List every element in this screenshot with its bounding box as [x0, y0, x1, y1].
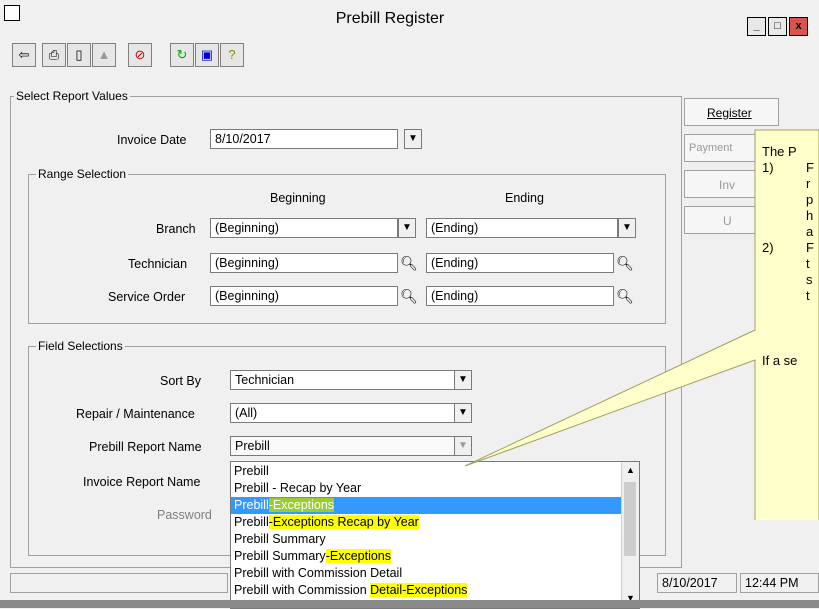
- callout-text-l5: a: [806, 224, 814, 239]
- callout-text-l1: F: [806, 160, 814, 175]
- field-selections-label: Field Selections: [36, 339, 125, 353]
- copy-icon[interactable]: ▣: [195, 43, 219, 67]
- invoice-date-field[interactable]: 8/10/2017: [210, 129, 398, 149]
- refresh-icon[interactable]: ↻: [170, 43, 194, 67]
- window-bottom-border: [0, 600, 819, 608]
- branch-begin-field[interactable]: (Beginning): [210, 218, 398, 238]
- exit-icon[interactable]: ⇦: [12, 43, 36, 67]
- repair-label: Repair / Maintenance: [76, 407, 195, 421]
- callout-text-l2: r: [806, 176, 811, 191]
- status-time: 12:44 PM: [740, 573, 819, 593]
- callout-text-l7: t: [806, 256, 810, 271]
- status-message: [10, 573, 228, 593]
- status-date: 8/10/2017: [657, 573, 737, 593]
- minimize-button[interactable]: _: [747, 17, 766, 36]
- service-order-begin-field[interactable]: (Beginning): [210, 286, 398, 306]
- technician-begin-field[interactable]: (Beginning): [210, 253, 398, 273]
- prebill-report-label: Prebill Report Name: [89, 440, 202, 454]
- list-item[interactable]: Prebill Summary: [231, 531, 621, 548]
- help-icon[interactable]: ?: [220, 43, 244, 67]
- technician-label: Technician: [128, 257, 188, 271]
- export-icon[interactable]: ▲: [92, 43, 116, 67]
- callout-text-bottom: If a se: [762, 353, 798, 368]
- invoice-date-label: Invoice Date: [117, 133, 187, 147]
- callout-bubble: [464, 129, 819, 520]
- callout-text-intro: The P: [762, 144, 797, 159]
- preview-icon[interactable]: ▯: [67, 43, 91, 67]
- callout-num-1: 1): [762, 160, 774, 175]
- list-item[interactable]: Prebill with Commission Detail: [231, 565, 621, 582]
- callout-text-l6: F: [806, 240, 814, 255]
- password-label: Password: [157, 508, 212, 522]
- service-order-label: Service Order: [108, 290, 186, 304]
- cancel-icon[interactable]: ⊘: [128, 43, 152, 67]
- beginning-header: Beginning: [270, 191, 326, 205]
- window-title: Prebill Register: [335, 10, 445, 27]
- sort-by-label: Sort By: [160, 374, 201, 388]
- range-selection-label: Range Selection: [36, 167, 129, 181]
- list-item[interactable]: Prebill with Commission Detail-Exception…: [231, 582, 621, 599]
- branch-label: Branch: [156, 222, 196, 236]
- close-button[interactable]: x: [789, 17, 808, 36]
- select-report-label: Select Report Values: [14, 89, 130, 103]
- print-icon[interactable]: ⎙: [42, 43, 66, 67]
- callout-text-l9: t: [806, 288, 810, 303]
- callout-text-l8: s: [806, 272, 813, 287]
- maximize-button[interactable]: □: [768, 17, 787, 36]
- list-item[interactable]: Prebill Summary-Exceptions: [231, 548, 621, 565]
- callout-text-l4: h: [806, 208, 814, 223]
- callout-text-l3: p: [806, 192, 814, 207]
- callout-num-2: 2): [762, 240, 774, 255]
- invoice-report-label: Invoice Report Name: [83, 475, 201, 489]
